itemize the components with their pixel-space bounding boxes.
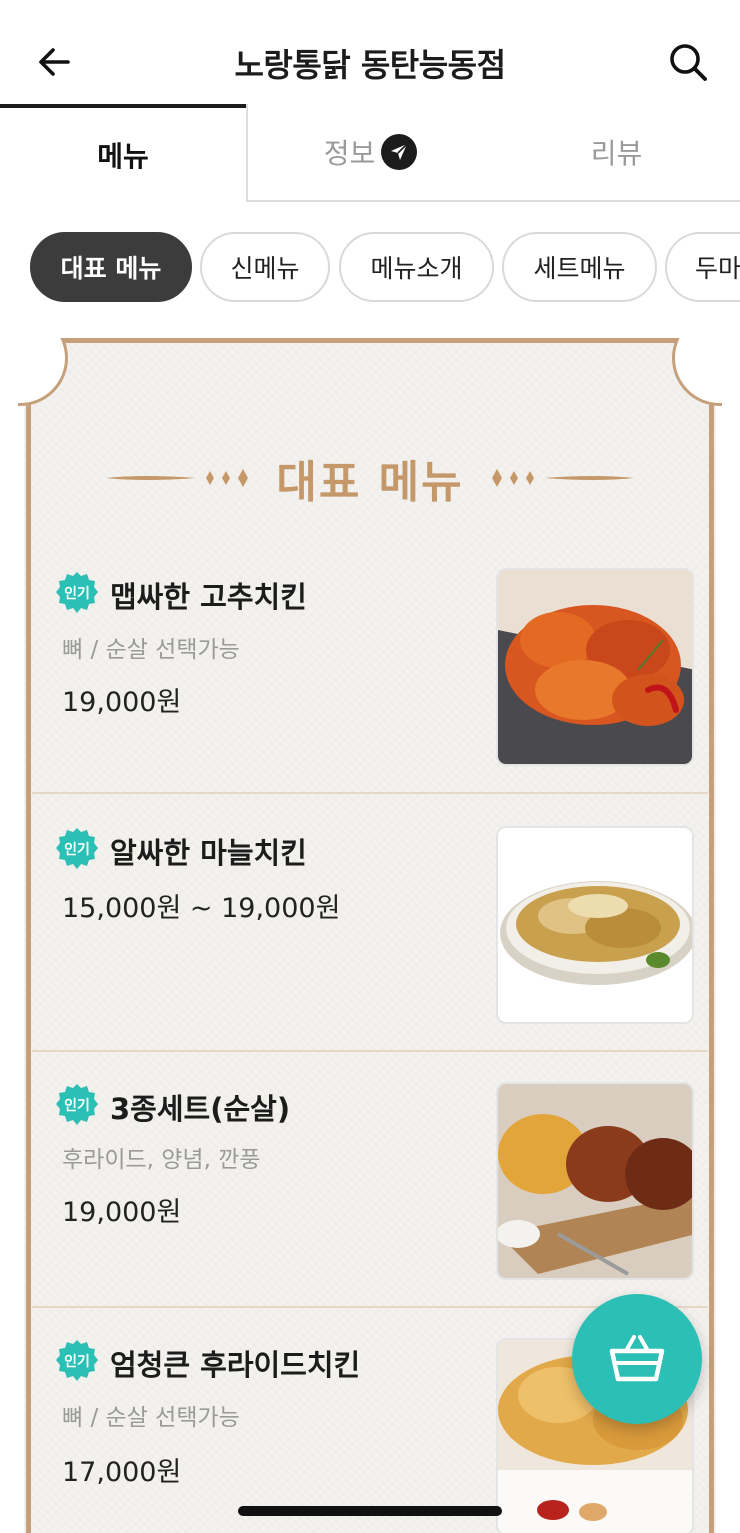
item-price: 19,000원 xyxy=(62,1197,182,1228)
chip-representative-menu[interactable]: 대표 메뉴 xyxy=(30,232,192,302)
tab-menu[interactable]: 메뉴 xyxy=(0,104,246,202)
item-price: 15,000원 ~ 19,000원 xyxy=(62,893,341,924)
section-title: 대표 메뉴 xyxy=(276,457,464,508)
item-photo xyxy=(496,1082,694,1280)
send-icon xyxy=(381,134,418,170)
tab-menu-label: 메뉴 xyxy=(97,140,149,173)
category-chips: 대표 메뉴 신메뉴 메뉴소개 세트메뉴 두마 xyxy=(0,232,740,304)
item-price: 19,000원 xyxy=(62,687,182,718)
tab-review-label: 리뷰 xyxy=(590,137,643,170)
popular-badge: 인기 xyxy=(54,570,100,616)
cart-button[interactable] xyxy=(572,1294,702,1424)
item-description: 뼈 / 순살 선택가능 xyxy=(62,637,240,663)
page-title: 노랑통닭 동탄능동점 xyxy=(234,46,506,84)
item-description: 뼈 / 순살 선택가능 xyxy=(62,1405,240,1431)
tab-review[interactable]: 리뷰 xyxy=(493,104,740,202)
search-icon xyxy=(670,44,707,81)
chip-new-menu[interactable]: 신메뉴 xyxy=(200,232,330,302)
tab-info[interactable]: 정보 xyxy=(246,104,493,202)
ornament-left-icon xyxy=(106,469,249,487)
ornament-right-icon xyxy=(491,469,634,487)
popular-badge: 인기 xyxy=(54,826,100,872)
menu-item[interactable]: 인기 맵싸한 고추치킨 뼈 / 순살 선택가능 19,000원 xyxy=(32,538,708,794)
item-photo xyxy=(496,568,694,766)
section-header: 대표 메뉴 xyxy=(18,448,722,508)
item-name: 알싸한 마늘치킨 xyxy=(110,836,307,870)
menu-item[interactable]: 인기 알싸한 마늘치킨 15,000원 ~ 19,000원 xyxy=(32,796,708,1052)
item-name: 엄청큰 후라이드치킨 xyxy=(110,1348,361,1382)
basket-icon xyxy=(609,1335,665,1382)
popular-badge: 인기 xyxy=(54,1338,100,1384)
menu-item[interactable]: 인기 3종세트(순살) 후라이드, 양념, 깐풍 19,000원 xyxy=(32,1052,708,1308)
chip-two-chickens[interactable]: 두마 xyxy=(665,232,740,302)
item-name: 맵싸한 고추치킨 xyxy=(110,580,307,614)
item-photo xyxy=(496,826,694,1024)
chip-menu-intro[interactable]: 메뉴소개 xyxy=(339,232,494,302)
store-tabs: 메뉴 정보 리뷰 xyxy=(0,104,740,202)
tab-info-label: 정보 xyxy=(323,137,376,170)
chip-set-menu[interactable]: 세트메뉴 xyxy=(502,232,657,302)
item-price: 17,000원 xyxy=(62,1457,182,1488)
app-header: 노랑통닭 동탄능동점 xyxy=(0,0,740,106)
item-description: 후라이드, 양념, 깐풍 xyxy=(62,1147,261,1173)
home-indicator xyxy=(238,1506,502,1516)
search-button[interactable] xyxy=(662,36,714,88)
item-name: 3종세트(순살) xyxy=(110,1092,291,1126)
popular-badge: 인기 xyxy=(54,1082,100,1128)
